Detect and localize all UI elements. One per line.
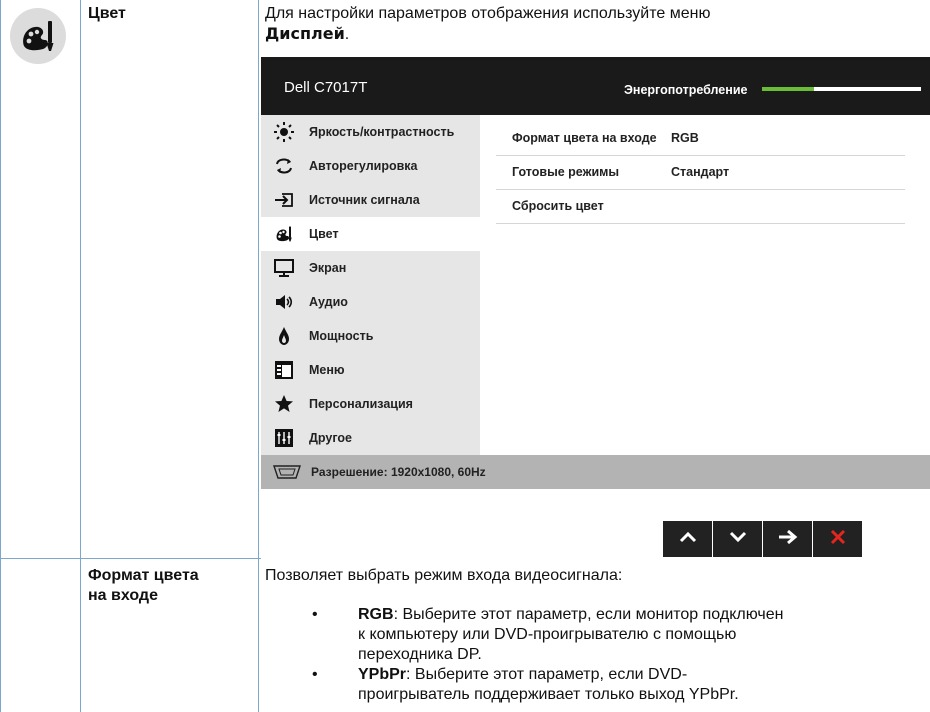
format-intro: Позволяет выбрать режим входа видеосигна… — [265, 567, 623, 584]
menu-item-audio[interactable]: Аудио — [261, 285, 480, 319]
color-icon — [10, 8, 66, 64]
resolution-text: Разрешение: 1920x1080, 60Hz — [311, 465, 486, 479]
osd-menu: Яркость/контрастность Авторегулировка Ис… — [261, 115, 480, 455]
up-button[interactable] — [663, 521, 712, 557]
input-source-icon — [274, 190, 294, 210]
menu-item-color[interactable]: Цвет — [261, 217, 480, 251]
menu-name: Дисплей — [265, 24, 345, 43]
audio-icon — [274, 292, 294, 312]
osd-status-bar: Разрешение: 1920x1080, 60Hz — [261, 455, 930, 489]
close-button[interactable] — [813, 521, 862, 557]
format-label: Формат цвета на входе — [88, 567, 199, 604]
monitor-model: Dell C7017T — [284, 79, 368, 96]
auto-adjust-icon — [274, 156, 294, 176]
grid-line — [80, 0, 81, 712]
menu-item-power[interactable]: Мощность — [261, 319, 480, 353]
menu-item-input-source[interactable]: Источник сигнала — [261, 183, 480, 217]
osd-nav-buttons — [663, 521, 862, 557]
right-arrow-icon — [778, 529, 798, 550]
close-icon — [830, 529, 846, 550]
resolution-icon — [271, 464, 303, 485]
menu-icon — [274, 360, 294, 380]
format-options-list: • RGB: Выберите этот параметр, если мони… — [284, 605, 930, 705]
menu-item-menu[interactable]: Меню — [261, 353, 480, 387]
menu-item-brightness[interactable]: Яркость/контрастность — [261, 115, 480, 149]
menu-item-other[interactable]: Другое — [261, 421, 480, 455]
grid-line — [0, 0, 1, 712]
other-icon — [274, 428, 294, 448]
up-arrow-icon — [679, 530, 697, 548]
section-intro: Для настройки параметров отображения исп… — [265, 5, 711, 43]
display-icon — [274, 258, 294, 278]
power-icon — [274, 326, 294, 346]
submenu-input-color-format[interactable]: Формат цвета на входе RGB — [496, 122, 905, 156]
submenu-reset-color[interactable]: Сбросить цвет — [496, 190, 905, 224]
down-button[interactable] — [713, 521, 762, 557]
input-color-format-value: RGB — [671, 131, 699, 145]
star-icon — [274, 394, 294, 414]
power-meter — [762, 87, 921, 91]
osd-window: Dell C7017T Энергопотребление Яркость/ко… — [261, 57, 930, 568]
section-label: Цвет — [88, 5, 126, 22]
power-label: Энергопотребление — [624, 83, 748, 97]
submenu-preset-modes[interactable]: Готовые режимы Стандарт — [496, 156, 905, 190]
list-item: • YPbPr: Выберите этот параметр, если DV… — [312, 666, 739, 703]
menu-item-personalize[interactable]: Персонализация — [261, 387, 480, 421]
color-icon — [274, 224, 294, 244]
menu-item-display[interactable]: Экран — [261, 251, 480, 285]
osd-header: Dell C7017T Энергопотребление — [261, 57, 930, 115]
grid-line — [258, 0, 259, 712]
list-item: • RGB: Выберите этот параметр, если мони… — [312, 606, 784, 663]
menu-item-auto-adjust[interactable]: Авторегулировка — [261, 149, 480, 183]
down-arrow-icon — [729, 530, 747, 548]
preset-mode-value: Стандарт — [671, 165, 730, 179]
right-button[interactable] — [763, 521, 812, 557]
brightness-icon — [274, 122, 294, 142]
